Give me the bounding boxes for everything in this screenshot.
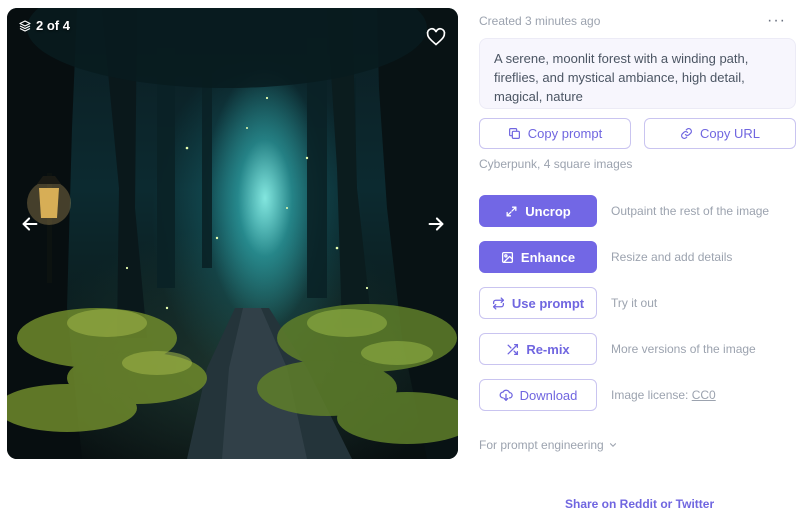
image-viewer[interactable]: 2 of 4	[7, 8, 458, 459]
action-row-download: Download Image license: CC0	[479, 379, 796, 411]
copy-url-button[interactable]: Copy URL	[644, 118, 796, 149]
arrow-right-icon[interactable]	[425, 213, 447, 235]
enhance-button[interactable]: Enhance	[479, 241, 597, 273]
action-row-use-prompt: Use prompt Try it out	[479, 287, 796, 319]
copy-prompt-button[interactable]: Copy prompt	[479, 118, 631, 149]
action-row-uncrop: Uncrop Outpaint the rest of the image	[479, 195, 796, 227]
uncrop-label: Uncrop	[525, 203, 571, 219]
copy-prompt-label: Copy prompt	[527, 126, 603, 141]
prompt-engineering-label: For prompt engineering	[479, 438, 604, 452]
use-prompt-button[interactable]: Use prompt	[479, 287, 597, 319]
image-counter: 2 of 4	[19, 18, 70, 33]
link-icon	[681, 128, 692, 139]
prompt-text: A serene, moonlit forest with a winding …	[479, 38, 796, 109]
action-row-enhance: Enhance Resize and add details	[479, 241, 796, 273]
layers-icon	[19, 19, 31, 32]
copy-url-label: Copy URL	[700, 126, 760, 141]
image-counter-text: 2 of 4	[36, 18, 70, 33]
more-options-icon[interactable]: ···	[767, 13, 786, 29]
license-label: Image license:	[611, 388, 689, 402]
download-description: Image license: CC0	[611, 388, 716, 402]
style-info: Cyberpunk, 4 square images	[479, 157, 633, 171]
use-prompt-description: Try it out	[611, 296, 658, 310]
enhance-label: Enhance	[520, 249, 576, 265]
license-link[interactable]: CC0	[692, 388, 716, 402]
arrow-left-icon[interactable]	[19, 213, 41, 235]
download-button[interactable]: Download	[479, 379, 597, 411]
cloud-download-icon	[499, 389, 513, 401]
created-time: Created 3 minutes ago	[479, 14, 601, 28]
remix-button[interactable]: Re-mix	[479, 333, 597, 365]
uncrop-button[interactable]: Uncrop	[479, 195, 597, 227]
expand-icon	[506, 206, 517, 216]
enhance-description: Resize and add details	[611, 250, 733, 264]
download-label: Download	[519, 387, 578, 403]
action-row-remix: Re-mix More versions of the image	[479, 333, 796, 365]
heart-icon[interactable]	[426, 27, 446, 47]
forest-image	[7, 8, 458, 459]
use-prompt-label: Use prompt	[511, 295, 585, 311]
uncrop-description: Outpaint the rest of the image	[611, 204, 770, 218]
remix-description: More versions of the image	[611, 342, 756, 356]
copy-row: Copy prompt Copy URL	[479, 118, 796, 149]
share-link[interactable]: Share on Reddit or Twitter	[565, 497, 714, 511]
repeat-icon	[492, 296, 504, 310]
chevron-down-icon	[609, 443, 616, 447]
meta-row: Created 3 minutes ago ···	[479, 13, 796, 29]
image-icon	[501, 251, 513, 263]
remix-label: Re-mix	[526, 341, 570, 357]
shuffle-icon	[507, 343, 519, 355]
copy-icon	[508, 128, 520, 139]
prompt-engineering-toggle[interactable]: For prompt engineering	[479, 438, 618, 452]
